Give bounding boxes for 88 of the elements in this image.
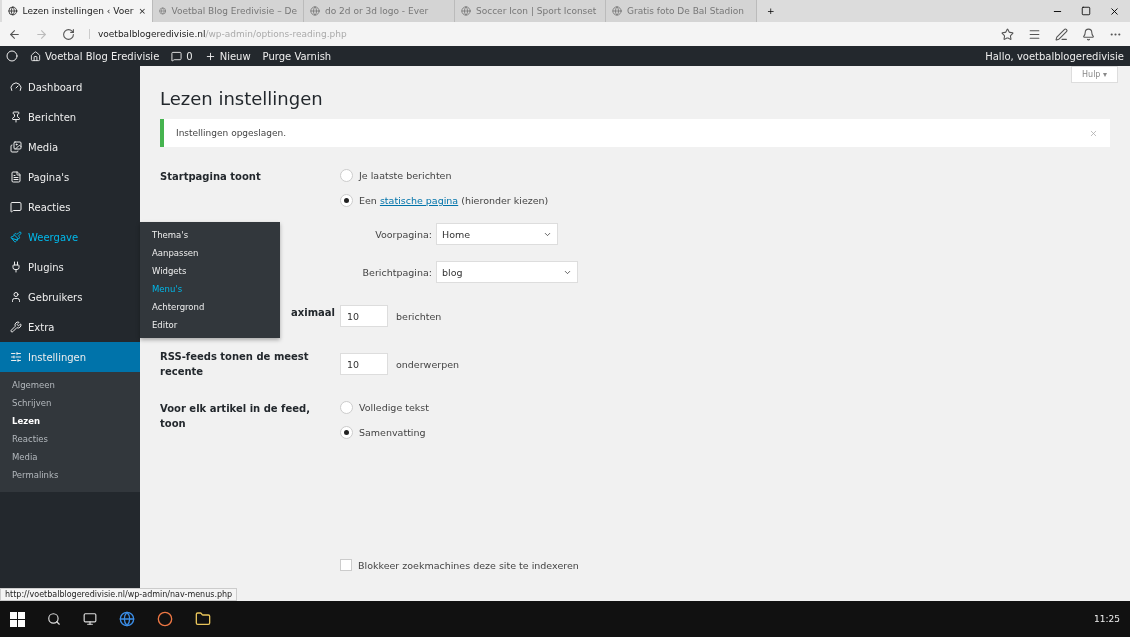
menu-item[interactable]: Reacties — [0, 192, 140, 222]
field-label: RSS-feeds tonen de meest recente — [160, 350, 310, 379]
flyout-item[interactable]: Thema's — [140, 226, 280, 244]
submenu-item[interactable]: Schrijven — [0, 394, 140, 412]
new-tab-button[interactable]: + — [757, 6, 785, 16]
dropdown[interactable]: Home — [436, 223, 558, 245]
unit-label: onderwerpen — [396, 358, 460, 370]
browser-tab[interactable]: Lezen instellingen ‹ Voer × — [2, 0, 153, 22]
status-url: http://voetbalblogeredivisie.nl/wp-admin/nav-menus.php — [0, 588, 238, 601]
flyout-item[interactable]: Menu's — [140, 280, 280, 298]
site-link[interactable]: Voetbal Blog Eredivisie — [30, 50, 160, 62]
address-field[interactable]: voetbalblogeredivisie.nl/wp-admin/options-reading.php — [89, 29, 987, 39]
brush-icon — [10, 231, 22, 243]
unit-label: berichten — [396, 310, 442, 322]
dropdown[interactable]: blog — [436, 261, 578, 283]
checkbox[interactable] — [340, 559, 352, 571]
folder-icon[interactable] — [195, 611, 211, 627]
submenu-item[interactable]: Reacties — [0, 430, 140, 448]
comment-icon — [171, 50, 183, 62]
menu-item[interactable]: Berichten — [0, 102, 140, 132]
refresh-icon[interactable] — [62, 27, 75, 41]
plug-icon — [10, 261, 22, 273]
flyout-item[interactable]: Editor — [140, 316, 280, 334]
option-text: Samenvatting — [359, 427, 426, 438]
submenu-item[interactable]: Permalinks — [0, 466, 140, 484]
wrench-icon — [10, 321, 22, 333]
settings-icon — [10, 351, 22, 363]
account-link[interactable]: Hallo, voetbalblogeredivisie — [985, 50, 1124, 62]
task-view-icon[interactable] — [83, 612, 97, 626]
checkbox-option[interactable]: Blokkeer zoekmachines deze site te indexeren — [340, 559, 1110, 571]
start-icon[interactable] — [10, 611, 25, 627]
gauge-icon — [10, 81, 22, 93]
comment-icon — [10, 201, 22, 213]
select-label: Voorpagina: — [374, 228, 432, 240]
comments-link[interactable]: 0 — [171, 50, 193, 62]
browser-icon[interactable] — [119, 611, 135, 627]
flyout-item[interactable]: Aanpassen — [140, 244, 280, 262]
menu-item[interactable]: Instellingen — [0, 342, 140, 372]
menu-item[interactable]: Weergave — [0, 222, 140, 252]
option-text: Een statische pagina (hieronder kiezen) — [359, 195, 549, 206]
option-text: Volledige tekst — [359, 402, 429, 413]
radio-option[interactable]: Volledige tekst — [340, 401, 1110, 414]
radio-option[interactable]: Een statische pagina (hieronder kiezen) — [340, 194, 1110, 207]
menu-item[interactable]: Dashboard — [0, 72, 140, 102]
radio-button[interactable] — [340, 426, 353, 439]
radio-button[interactable] — [340, 194, 353, 207]
radio-button[interactable] — [340, 169, 353, 182]
checkbox-text: Blokkeer zoekmachines deze site te indexeren — [358, 559, 579, 571]
back-icon[interactable] — [8, 27, 21, 41]
submenu-item[interactable]: Lezen — [0, 412, 140, 430]
submenu-item[interactable]: Algemeen — [0, 376, 140, 394]
field-label: Startpagina toont — [160, 170, 262, 184]
submenu-item[interactable]: Media — [0, 448, 140, 466]
images-icon — [10, 141, 22, 153]
menu-icon[interactable] — [1028, 27, 1041, 41]
menu-item[interactable]: Extra — [0, 312, 140, 342]
link[interactable]: statische pagina — [379, 195, 459, 206]
option-text: Je laatste berichten — [359, 170, 452, 181]
menu-item[interactable]: Gebruikers — [0, 282, 140, 312]
menu-item[interactable]: Plugins — [0, 252, 140, 282]
radio-option[interactable]: Samenvatting — [340, 426, 1110, 439]
page-title: Lezen instellingen — [160, 88, 324, 109]
notice-text: Instellingen opgeslagen. — [176, 128, 287, 138]
pen-icon[interactable] — [1055, 27, 1068, 41]
flyout-item[interactable]: Widgets — [140, 262, 280, 280]
pin-icon — [10, 111, 22, 123]
help-button[interactable]: Hulp ▾ — [1071, 66, 1118, 83]
maximize-icon[interactable] — [1081, 5, 1091, 16]
number-field[interactable]: 10 — [340, 305, 388, 327]
star-icon[interactable] — [1001, 27, 1014, 41]
field-label: aximaal — [291, 306, 335, 320]
close-icon[interactable] — [1109, 5, 1120, 17]
menu-item[interactable]: Media — [0, 132, 140, 162]
radio-button[interactable] — [340, 401, 353, 414]
select-label: Berichtpagina: — [361, 266, 432, 278]
radio-option[interactable]: Je laatste berichten — [340, 169, 1110, 182]
number-field[interactable]: 10 — [340, 353, 388, 375]
purge-link[interactable]: Purge Varnish — [262, 50, 332, 62]
bell-icon[interactable] — [1082, 27, 1095, 41]
flyout-item[interactable]: Achtergrond — [140, 298, 280, 316]
clock: 11:25 — [1094, 614, 1120, 624]
user-icon — [10, 291, 22, 303]
field-label: Voor elk artikel in de feed, toon — [160, 402, 310, 431]
home-icon — [30, 50, 41, 62]
search-icon[interactable] — [47, 612, 61, 626]
new-link[interactable]: Nieuw — [204, 50, 251, 62]
menu-item[interactable]: Pagina's — [0, 162, 140, 192]
plus-icon — [204, 50, 216, 62]
